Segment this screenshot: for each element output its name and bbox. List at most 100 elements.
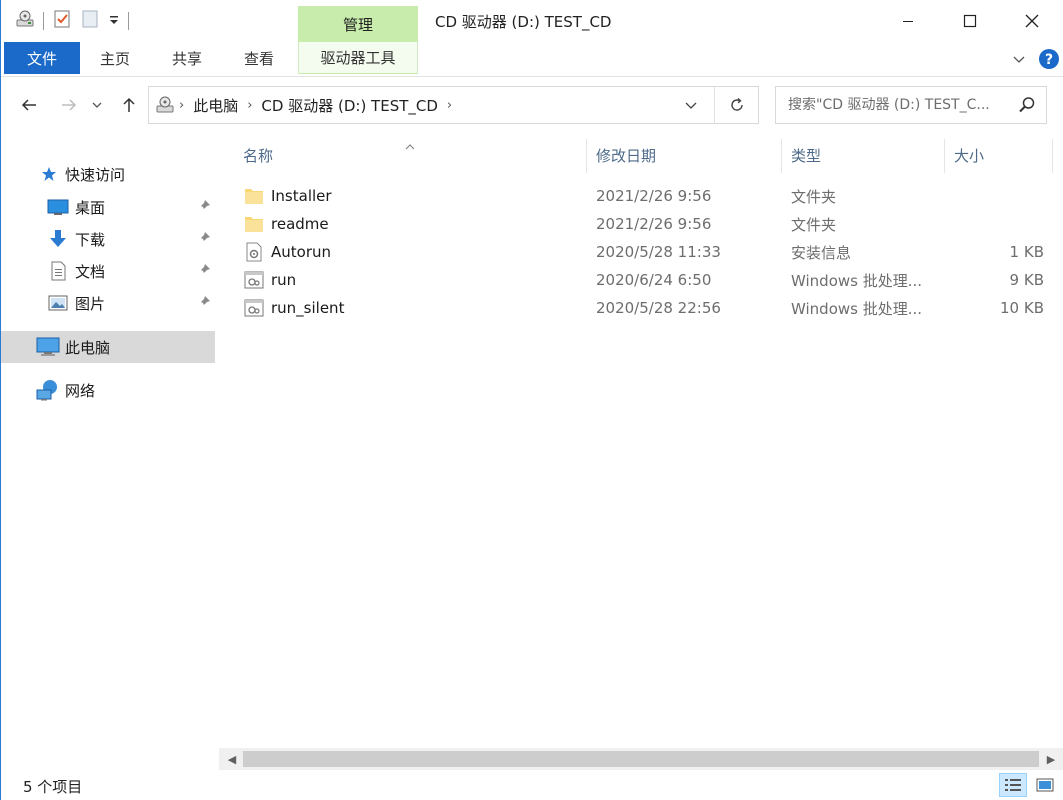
up-button[interactable] [117, 93, 141, 117]
picture-icon [47, 292, 69, 314]
arrow-left-icon [21, 99, 36, 111]
customize-qat-dropdown-icon[interactable] [108, 12, 120, 30]
column-divider[interactable] [1052, 139, 1053, 173]
column-divider[interactable] [944, 139, 945, 173]
column-header-type[interactable]: 类型 [791, 135, 821, 175]
nav-item-desktop[interactable]: 桌面 [1, 191, 215, 223]
pin-icon[interactable] [197, 295, 211, 313]
batch-file-icon [244, 298, 264, 318]
file-name: run_silent [271, 299, 345, 317]
star-icon [39, 163, 59, 185]
file-type: Windows 批处理... [791, 299, 923, 318]
breadcrumb-separator-icon[interactable]: › [447, 98, 452, 113]
scroll-right-icon[interactable]: ▶ [1040, 748, 1062, 770]
close-icon [1025, 14, 1039, 28]
file-name-cell: Autorun [244, 238, 331, 266]
recent-locations-button[interactable] [89, 93, 105, 117]
file-name: Autorun [271, 243, 332, 261]
item-count: 5 个项目 [23, 778, 83, 796]
details-view-button[interactable] [999, 773, 1027, 797]
breadcrumb-separator-icon[interactable]: › [247, 98, 252, 113]
scrollbar-thumb[interactable] [243, 751, 1039, 767]
file-date: 2021/2/26 9:56 [596, 215, 712, 233]
drive-icon[interactable] [15, 9, 35, 33]
file-row[interactable]: run_silent 2020/5/28 22:56 Windows 批处理..… [219, 294, 1063, 322]
nav-network[interactable]: 网络 [1, 374, 215, 406]
minimize-icon [903, 21, 913, 22]
column-header-size[interactable]: 大小 [954, 135, 984, 175]
nav-item-documents[interactable]: 文档 [1, 255, 215, 287]
new-folder-icon[interactable] [80, 9, 100, 33]
help-icon: ? [1039, 49, 1059, 69]
maximize-icon [963, 14, 977, 28]
file-type: 文件夹 [791, 215, 837, 234]
nav-quick-access-label: 快速访问 [65, 165, 126, 184]
file-name: run [271, 271, 297, 289]
tab-share[interactable]: 共享 [157, 42, 217, 74]
file-date: 2020/5/28 11:33 [596, 243, 721, 261]
search-input[interactable] [788, 97, 1014, 113]
column-header-name[interactable]: 名称 [243, 135, 273, 175]
breadcrumb-this-pc[interactable]: 此电脑 [193, 95, 238, 116]
drive-icon [155, 95, 175, 115]
file-size: 9 KB [1009, 271, 1044, 289]
toolbar-separator [128, 12, 129, 30]
maximize-button[interactable] [939, 0, 1001, 42]
file-row[interactable]: Installer 2021/2/26 9:56 文件夹 [219, 182, 1063, 210]
close-button[interactable] [1001, 0, 1063, 42]
file-type: 文件夹 [791, 187, 837, 206]
properties-icon[interactable] [52, 9, 72, 33]
breadcrumb-separator-icon[interactable]: › [179, 98, 184, 113]
file-row[interactable]: run 2020/6/24 6:50 Windows 批处理... 9 KB [219, 266, 1063, 294]
arrow-right-icon [62, 99, 77, 111]
nav-network-label: 网络 [65, 381, 96, 400]
nav-item-pictures[interactable]: 图片 [1, 287, 215, 319]
search-box[interactable] [775, 86, 1047, 124]
arrow-up-icon [123, 97, 135, 112]
file-list: 名称 修改日期 类型 大小 Installer 2021/2/26 9:56 文… [219, 135, 1063, 747]
batch-file-icon [244, 270, 264, 290]
tab-view[interactable]: 查看 [229, 42, 289, 74]
large-icons-view-button[interactable] [1031, 773, 1059, 797]
forward-button[interactable] [57, 93, 81, 117]
window-title: CD 驱动器 (D:) TEST_CD [435, 13, 612, 31]
nav-this-pc-label: 此电脑 [65, 338, 111, 357]
refresh-button[interactable] [714, 87, 758, 123]
ribbon-tabs: 文件 主页 共享 查看 驱动器工具 ? [1, 42, 1063, 77]
address-bar[interactable]: › 此电脑 › CD 驱动器 (D:) TEST_CD › [148, 86, 759, 124]
title-bar: 管理 CD 驱动器 (D:) TEST_CD [1, 0, 1063, 42]
file-type: Windows 批处理... [791, 271, 923, 290]
nav-item-label: 桌面 [75, 198, 106, 217]
expand-ribbon-button[interactable] [1012, 52, 1026, 70]
column-header-date[interactable]: 修改日期 [596, 135, 656, 175]
file-row[interactable]: Autorun 2020/5/28 11:33 安装信息 1 KB [219, 238, 1063, 266]
tab-file[interactable]: 文件 [4, 42, 80, 74]
document-icon [47, 260, 69, 282]
pin-icon[interactable] [197, 263, 211, 281]
pin-icon[interactable] [197, 199, 211, 217]
refresh-icon [730, 97, 743, 111]
nav-this-pc[interactable]: 此电脑 [1, 331, 215, 363]
minimize-button[interactable] [877, 0, 939, 42]
nav-item-downloads[interactable]: 下载 [1, 223, 215, 255]
file-date: 2020/5/28 22:56 [596, 299, 721, 317]
scroll-left-icon[interactable]: ◀ [221, 748, 243, 770]
help-button[interactable]: ? [1038, 48, 1060, 74]
file-row[interactable]: readme 2021/2/26 9:56 文件夹 [219, 210, 1063, 238]
column-divider[interactable] [781, 139, 782, 173]
file-name: readme [271, 215, 329, 233]
horizontal-scrollbar[interactable]: ◀ ▶ [219, 748, 1063, 770]
search-icon[interactable] [1018, 96, 1036, 118]
tab-drive-tools[interactable]: 驱动器工具 [298, 42, 418, 74]
address-history-dropdown[interactable] [676, 87, 706, 123]
file-size: 1 KB [1009, 243, 1044, 261]
nav-quick-access[interactable]: 快速访问 [1, 158, 215, 190]
tab-home[interactable]: 主页 [85, 42, 145, 74]
file-name-cell: readme [244, 210, 329, 238]
explorer-window: 管理 CD 驱动器 (D:) TEST_CD 文件 主页 共享 查看 驱动器工具… [0, 0, 1063, 800]
back-button[interactable] [17, 93, 41, 117]
column-divider[interactable] [586, 139, 587, 173]
breadcrumb-cd-drive[interactable]: CD 驱动器 (D:) TEST_CD [261, 95, 438, 116]
pin-icon[interactable] [197, 231, 211, 249]
svg-text:?: ? [1045, 52, 1053, 68]
